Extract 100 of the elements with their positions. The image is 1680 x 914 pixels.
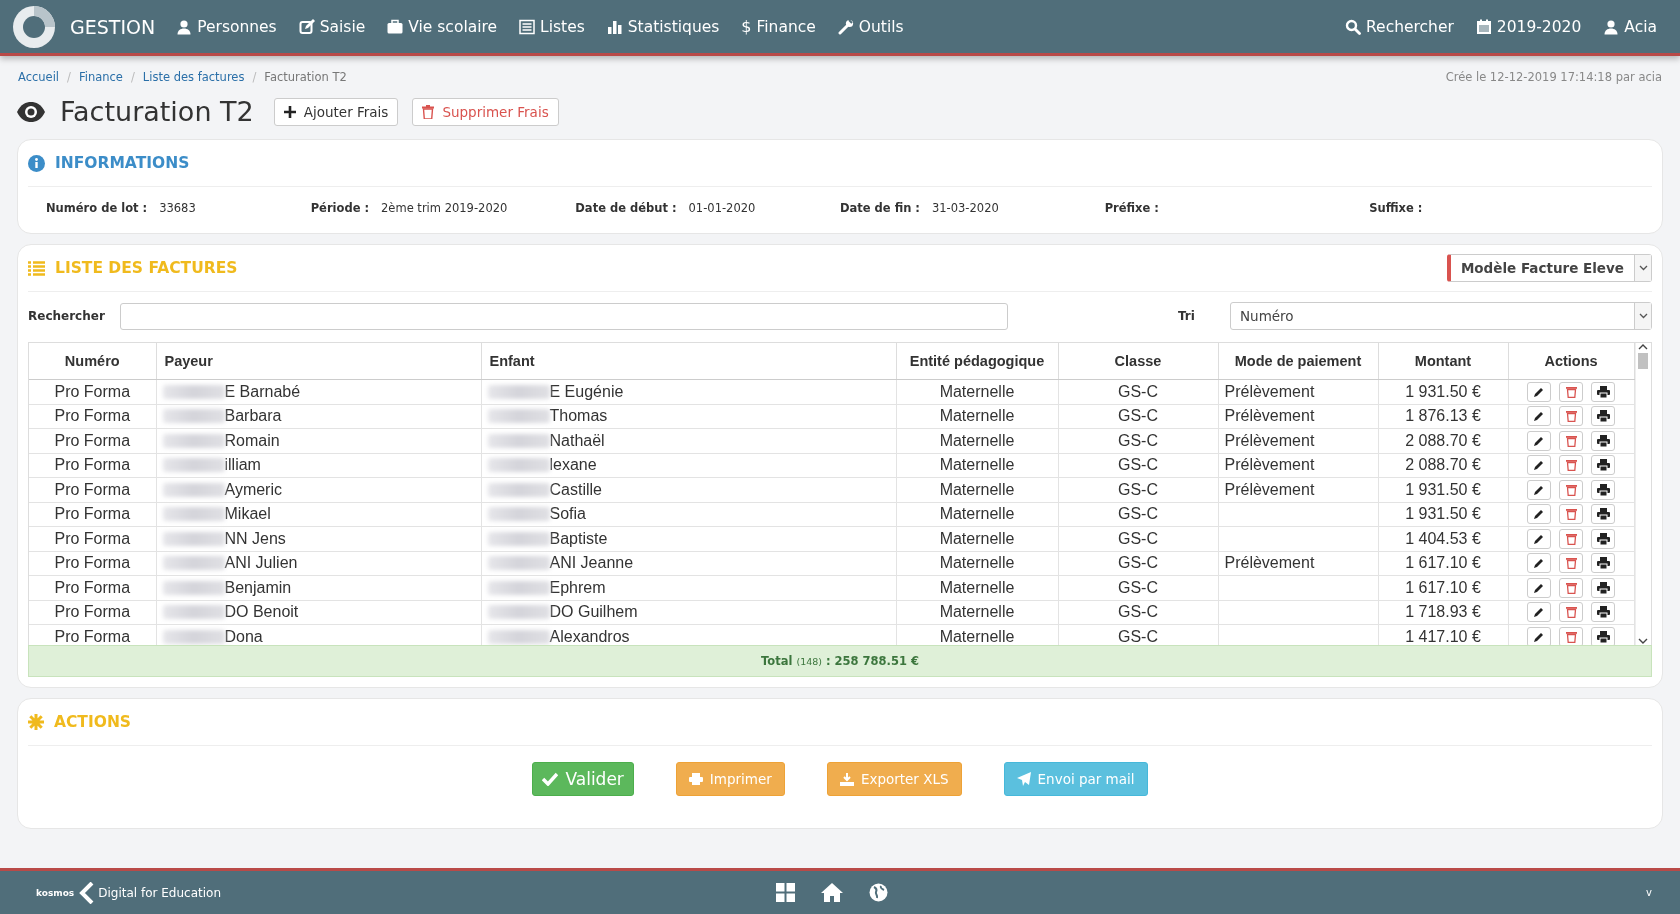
sort-label: Tri <box>1178 309 1196 323</box>
scrollbar-thumb[interactable] <box>1638 353 1649 369</box>
nav-menu-item[interactable]: Statistiques <box>595 17 731 36</box>
total-label: Total <box>761 654 793 668</box>
delete-button[interactable] <box>1559 626 1583 645</box>
print-button[interactable] <box>1591 577 1615 598</box>
field-label: Date de fin : <box>840 201 920 215</box>
footer-tagline: Digital for Education <box>98 885 221 900</box>
field-label: Numéro de lot : <box>46 201 148 215</box>
add-fees-button[interactable]: Ajouter Frais <box>273 97 399 126</box>
trash-icon <box>1565 508 1577 521</box>
created-info: Crée le 12-12-2019 17:14:18 par acia <box>1445 70 1662 84</box>
scroll-down-icon[interactable] <box>1638 637 1649 645</box>
printer-icon <box>1596 557 1610 570</box>
print-button[interactable] <box>1591 406 1615 427</box>
printer-icon <box>1596 532 1610 545</box>
column-header: Numéro <box>29 343 156 380</box>
delete-button[interactable] <box>1559 504 1583 525</box>
nav-menu-item[interactable]: Vie scolaire <box>376 17 509 36</box>
table-cell: GS-C <box>1058 551 1218 576</box>
delete-button[interactable] <box>1559 553 1583 574</box>
edit-icon <box>298 18 315 35</box>
pencil-icon <box>1533 385 1545 398</box>
nav-menu-item[interactable]: Rechercher <box>1334 17 1465 36</box>
delete-fees-button[interactable]: Supprimer Frais <box>412 97 559 126</box>
table-cell: Pro Forma <box>29 575 156 600</box>
sort-dropdown[interactable]: Numéro <box>1230 302 1652 330</box>
edit-button[interactable] <box>1527 406 1551 427</box>
footer-brand: kosmos <box>36 887 75 898</box>
print-button[interactable] <box>1591 455 1615 476</box>
table-cell: Pro Forma <box>29 404 156 429</box>
breadcrumb-link[interactable]: Liste des factures <box>142 70 245 84</box>
section-title: ACTIONS <box>54 713 132 731</box>
section-title: LISTE DES FACTURES <box>55 259 238 277</box>
edit-button[interactable] <box>1527 553 1551 574</box>
print-button[interactable] <box>1591 381 1615 402</box>
delete-button[interactable] <box>1559 602 1583 623</box>
edit-button[interactable] <box>1527 430 1551 451</box>
user-icon <box>176 18 193 35</box>
table-cell: GS-C <box>1058 477 1218 502</box>
trash-icon <box>1565 630 1577 643</box>
nav-menu-item[interactable]: 2019-2020 <box>1464 17 1593 36</box>
table-cell: E Barnabé <box>156 379 481 404</box>
breadcrumb-link[interactable]: Accueil <box>18 70 60 84</box>
print-button[interactable] <box>1591 626 1615 645</box>
nav-menu-item[interactable]: Outils <box>826 17 915 36</box>
print-button[interactable] <box>1591 528 1615 549</box>
table-cell: Maternelle <box>896 428 1058 453</box>
grid-icon[interactable] <box>776 883 795 902</box>
pencil-icon <box>1533 581 1545 594</box>
home-icon[interactable] <box>821 883 843 902</box>
template-dropdown[interactable]: Modèle Facture Eleve <box>1446 254 1652 282</box>
caret-icon <box>1638 265 1648 271</box>
nav-menu-item[interactable]: Acia <box>1592 17 1668 36</box>
table-cell: Pro Forma <box>29 428 156 453</box>
table-cell: Prélèvement <box>1218 453 1378 478</box>
nav-menu-item[interactable]: Listes <box>508 17 596 36</box>
print-button[interactable] <box>1591 553 1615 574</box>
print-button[interactable] <box>1591 430 1615 451</box>
nav-menu-item[interactable]: Personnes <box>165 17 288 36</box>
field-label: Préfixe : <box>1104 201 1159 215</box>
globe-icon[interactable] <box>869 883 888 902</box>
pencil-icon <box>1533 483 1545 496</box>
trash-icon <box>1565 434 1577 447</box>
breadcrumb-link[interactable]: Finance <box>78 70 123 84</box>
scroll-up-icon[interactable] <box>1638 343 1649 351</box>
table-cell: 1 931.50 € <box>1378 477 1508 502</box>
delete-button[interactable] <box>1559 455 1583 476</box>
edit-button[interactable] <box>1527 381 1551 402</box>
print-button[interactable] <box>1591 479 1615 500</box>
logo-icon[interactable] <box>12 4 56 49</box>
table-cell: Pro Forma <box>29 551 156 576</box>
field-value: 31-03-2020 <box>931 201 999 215</box>
table-cell: 1 876.13 € <box>1378 404 1508 429</box>
delete-button[interactable] <box>1559 381 1583 402</box>
nav-menu-item[interactable]: $ Finance <box>730 17 827 36</box>
delete-button[interactable] <box>1559 479 1583 500</box>
table-cell: GS-C <box>1058 453 1218 478</box>
trash-icon <box>422 104 435 119</box>
edit-button[interactable] <box>1527 602 1551 623</box>
print-button[interactable] <box>1591 602 1615 623</box>
delete-button[interactable] <box>1559 577 1583 598</box>
nav-menu-item[interactable]: Saisie <box>287 17 377 36</box>
pencil-icon <box>1533 606 1545 619</box>
field-label: Suffixe : <box>1369 201 1423 215</box>
edit-button[interactable] <box>1527 504 1551 525</box>
edit-button[interactable] <box>1527 479 1551 500</box>
table-cell: lexane <box>481 453 896 478</box>
edit-button[interactable] <box>1527 455 1551 476</box>
edit-button[interactable] <box>1527 626 1551 645</box>
table-cell: 1 931.50 € <box>1378 379 1508 404</box>
delete-button[interactable] <box>1559 406 1583 427</box>
print-button[interactable] <box>1591 504 1615 525</box>
search-field[interactable] <box>120 302 1008 330</box>
table-cell: GS-C <box>1058 526 1218 551</box>
delete-button[interactable] <box>1559 430 1583 451</box>
edit-button[interactable] <box>1527 577 1551 598</box>
table-cell: Aymeric <box>156 477 481 502</box>
edit-button[interactable] <box>1527 528 1551 549</box>
delete-button[interactable] <box>1559 528 1583 549</box>
